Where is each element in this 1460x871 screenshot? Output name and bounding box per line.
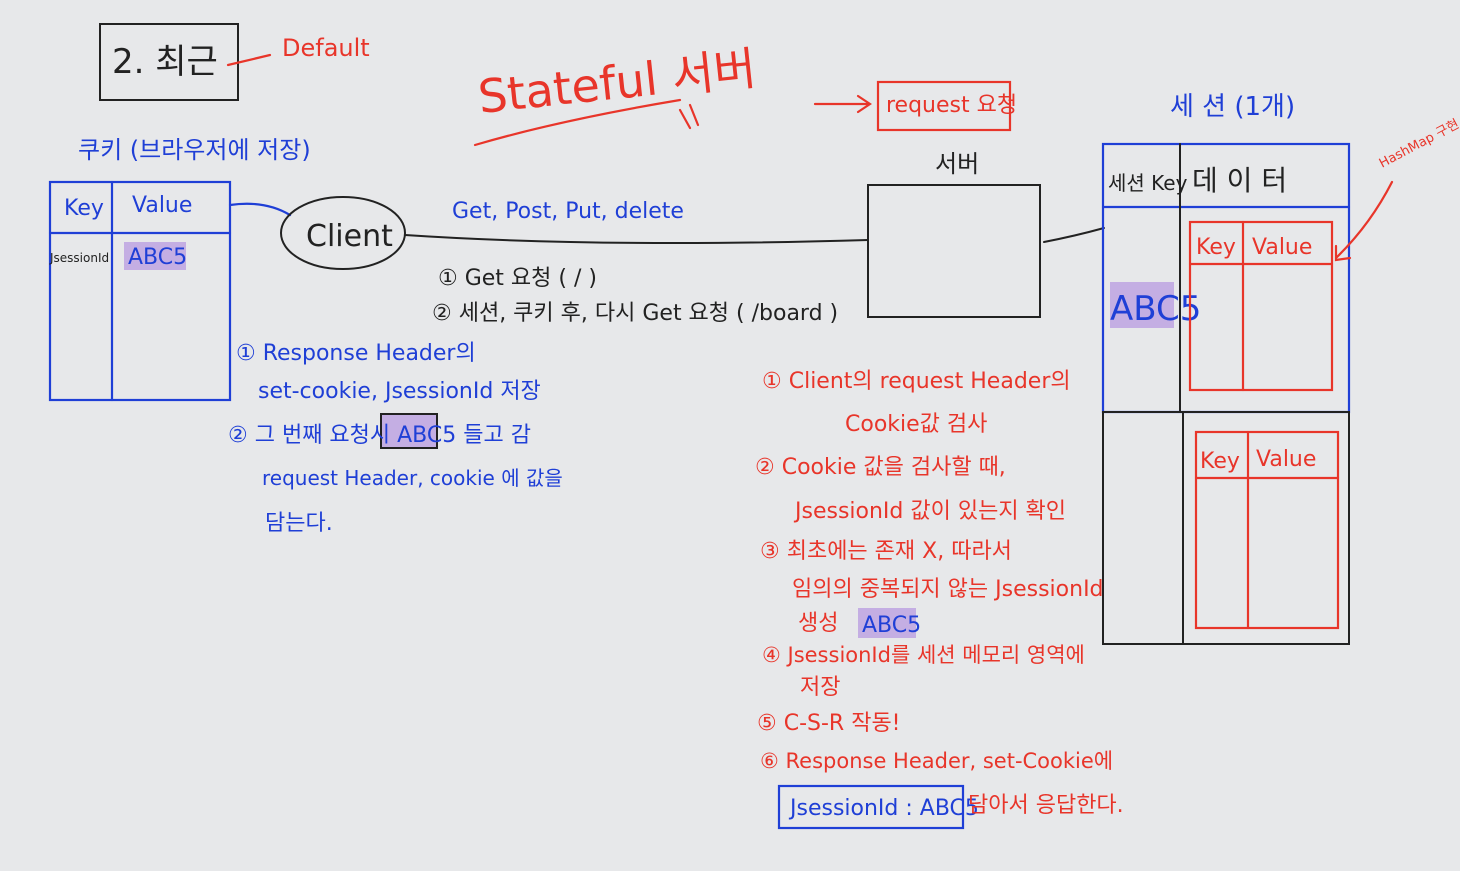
http-methods: Get, Post, Put, delete [452, 199, 684, 224]
cookie-table-row-value: ABC5 [128, 245, 187, 270]
generated-value: ABC5 [862, 613, 921, 638]
session-title: 세 션 (1개) [1170, 92, 1295, 122]
server-step-2: ② Cookie 값을 검사할 때, [755, 455, 1006, 480]
server-node [867, 184, 1041, 318]
session-row-key: ABC5 [1110, 289, 1201, 329]
client-note-3: ② 그 번째 요청시 ABC5 들고 감 [228, 423, 531, 448]
inner-map-1-key: Key [1196, 235, 1236, 260]
title-label: 2. 최근 [112, 42, 218, 82]
client-note-5: 담는다. [265, 511, 333, 536]
final-note: 담아서 응답한다. [968, 793, 1124, 818]
whiteboard-canvas: 2. 최근 Default Stateful 서버 쿠키 (브라우저에 저장) … [48, 23, 1460, 830]
inner-map-2-value: Value [1256, 447, 1316, 472]
session-col-data: 데 이 터 [1192, 164, 1287, 197]
session-col-key: 세션 Key [1108, 171, 1188, 195]
session-table: 세션 Key 데 이 터 ABC5 Key Value [1101, 142, 1351, 414]
server-session-line [1043, 227, 1105, 243]
server-note: request 요청 [886, 93, 1017, 118]
client-note-2: set-cookie, JsessionId 저장 [258, 379, 541, 404]
client-label: Client [306, 219, 393, 254]
cookie-to-client-line [228, 202, 292, 217]
cookie-title: 쿠키 (브라우저에 저장) [78, 136, 311, 164]
server-step-2b: JsessionId 값이 있는지 확인 [793, 499, 1066, 524]
server-step-4b: 저장 [800, 675, 840, 700]
cookie-table-header-value: Value [132, 193, 192, 218]
step-top-2: ② 세션, 쿠키 후, 다시 Get 요청 ( /board ) [432, 301, 838, 326]
final-box-text: JsessionId : ABC5 [788, 796, 979, 821]
server-label: 서버 [935, 150, 979, 178]
server-step-3: ③ 최초에는 존재 X, 따라서 [760, 539, 1012, 564]
hashmap-note: HashMap 구현 [1377, 117, 1460, 172]
heading-mark [678, 103, 700, 130]
session-inner-map-2: Key Value [1194, 430, 1340, 630]
server-step-1: ① Client의 request Header의 [762, 369, 1071, 394]
server-step-3b: 임의의 중복되지 않는 JsessionId [792, 577, 1104, 602]
cookie-table: Key Value JsessionId ABC5 [48, 180, 232, 402]
client-note-4: request Header, cookie 에 값을 [262, 466, 563, 490]
session-inner-map-1: Key Value [1188, 220, 1334, 392]
client-server-line [404, 234, 869, 245]
server-step-1b: Cookie값 검사 [845, 412, 987, 437]
server-step-3c: 생성 [798, 611, 838, 636]
request-arrow [813, 94, 872, 114]
server-step-4: ④ JsessionId를 세션 메모리 영역에 [762, 643, 1085, 667]
cookie-table-header-key: Key [64, 196, 104, 221]
hashmap-arrow [1334, 180, 1394, 262]
cookie-table-row-key: JsessionId [49, 251, 109, 265]
client-note-1: ① Response Header의 [236, 341, 476, 366]
step-top-1: ① Get 요청 ( / ) [438, 266, 597, 291]
inner-map-2-key: Key [1200, 449, 1240, 474]
title-note: Default [282, 34, 370, 62]
server-step-5: ⑤ C-S-R 작동! [757, 711, 901, 736]
server-step-6: ⑥ Response Header, set-Cookie에 [760, 749, 1113, 773]
inner-map-1-value: Value [1252, 235, 1312, 260]
title-note-arrow [226, 53, 272, 67]
session-table-2: Key Value [1102, 411, 1350, 645]
